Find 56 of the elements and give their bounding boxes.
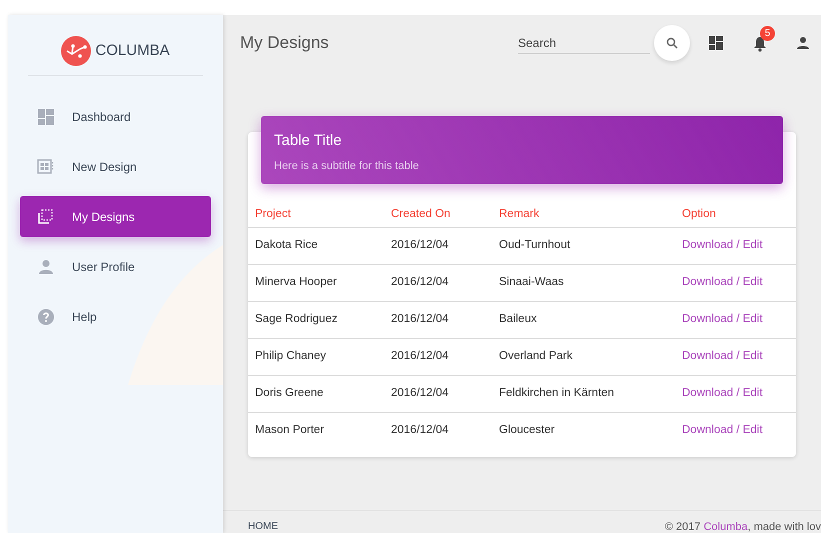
table-cell: 2016/12/04 — [384, 264, 492, 301]
selection-icon — [38, 209, 53, 224]
columba-link[interactable]: Columba — [704, 521, 748, 533]
table-cell: 2016/12/04 — [384, 412, 492, 449]
table-cell: Overland Park — [492, 338, 675, 375]
table-cell: Sage Rodriguez — [248, 301, 384, 338]
profile-button[interactable] — [797, 37, 809, 49]
table-cell: 2016/12/04 — [384, 375, 492, 412]
table-cell: Dakota Rice — [248, 227, 384, 264]
sidebar-item[interactable]: My Designs — [20, 196, 211, 237]
brand-name: COLUMBA — [95, 40, 170, 61]
table-cell: Minerva Hooper — [248, 264, 384, 301]
copyright-text: © 2017 Columba, made with lov — [664, 521, 821, 533]
table-cell: Mason Porter — [248, 412, 384, 449]
column-header: Project — [248, 202, 384, 227]
column-header: Remark — [492, 202, 675, 227]
page-title: My Designs — [240, 32, 329, 54]
search-button[interactable] — [654, 25, 690, 61]
table-cell: 2016/12/04 — [384, 227, 492, 264]
table-title: Table Title — [274, 131, 343, 151]
sidebar-item[interactable]: New Design — [20, 146, 211, 187]
download-edit-link[interactable]: Download / Edit — [682, 386, 763, 399]
download-edit-link[interactable]: Download / Edit — [682, 238, 763, 251]
column-header: Option — [675, 202, 796, 227]
grid-icon — [709, 36, 723, 50]
home-link[interactable]: HOME — [248, 521, 278, 533]
table-cell: Gloucester — [492, 412, 675, 449]
download-edit-link[interactable]: Download / Edit — [682, 424, 763, 436]
help-icon — [38, 308, 54, 324]
download-edit-link[interactable]: Download / Edit — [682, 350, 763, 362]
table-cell: Feldkirchen in Kärnten — [492, 375, 675, 412]
sidebar-item[interactable]: User Profile — [20, 246, 211, 287]
table-cell: Doris Greene — [248, 375, 384, 412]
person-icon — [38, 260, 52, 274]
table-cell: 2016/12/04 — [384, 301, 492, 338]
search-icon — [666, 37, 678, 49]
sidebar-item[interactable]: Dashboard — [20, 96, 211, 137]
dashboard-icon — [38, 108, 54, 124]
notifications-button[interactable]: 5 — [753, 26, 775, 52]
table-cell: Oud-Turnhout — [492, 227, 675, 264]
table-cell: Sinaai-Waas — [492, 264, 675, 301]
sidebar-item[interactable]: Help — [20, 296, 211, 337]
person-icon — [797, 37, 809, 49]
table-cell: 2016/12/04 — [384, 338, 492, 375]
bell-icon — [753, 36, 767, 52]
search-field[interactable]: Search — [518, 32, 650, 54]
download-edit-link[interactable]: Download / Edit — [682, 276, 763, 288]
logo-icon — [61, 36, 92, 66]
download-edit-link[interactable]: Download / Edit — [682, 312, 763, 325]
dashboard-button[interactable] — [709, 36, 723, 50]
layout-icon — [37, 159, 54, 174]
table-subtitle: Here is a subtitle for this table — [274, 158, 420, 174]
notification-badge: 5 — [760, 26, 775, 40]
table-cell: Philip Chaney — [248, 338, 384, 375]
table-cell: Baileux — [492, 301, 675, 338]
column-header: Created On — [384, 202, 492, 227]
